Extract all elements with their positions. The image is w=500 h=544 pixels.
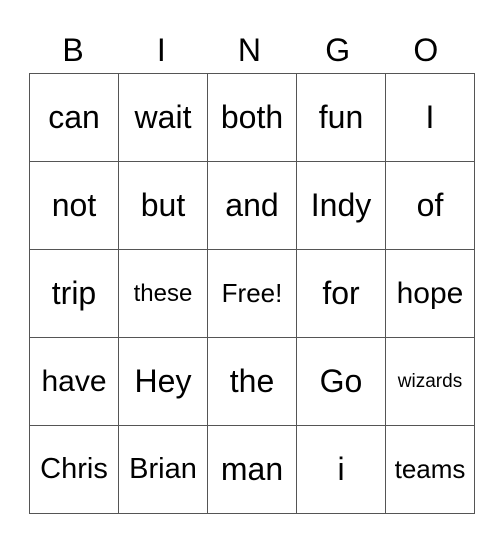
- header-letter-i: I: [156, 32, 166, 68]
- card-row: trip these Free! for hope: [29, 249, 475, 338]
- header-letter-g: G: [325, 32, 351, 68]
- card-cell[interactable]: can: [29, 73, 119, 162]
- card-cell[interactable]: fun: [296, 73, 386, 162]
- card-cell[interactable]: for: [296, 249, 386, 338]
- card-cell[interactable]: Indy: [296, 161, 386, 250]
- card-cell[interactable]: wizards: [385, 337, 475, 426]
- card-cell[interactable]: and: [207, 161, 297, 250]
- card-row: not but and Indy of: [29, 161, 475, 250]
- card-row: can wait both fun I: [29, 73, 475, 162]
- header-letter-b: B: [62, 32, 84, 68]
- card-cell[interactable]: both: [207, 73, 297, 162]
- card-cell[interactable]: Brian: [118, 425, 208, 514]
- card-cell[interactable]: I: [385, 73, 475, 162]
- card-cell[interactable]: these: [118, 249, 208, 338]
- header-letter-o: O: [413, 32, 439, 68]
- bingo-card: can wait both fun I not but and Indy of …: [29, 73, 475, 514]
- card-cell[interactable]: but: [118, 161, 208, 250]
- card-cell[interactable]: Hey: [118, 337, 208, 426]
- card-cell[interactable]: have: [29, 337, 119, 426]
- card-cell[interactable]: i: [296, 425, 386, 514]
- card-row: Chris Brian man i teams: [29, 425, 475, 514]
- free-space-cell[interactable]: Free!: [207, 249, 297, 338]
- card-cell[interactable]: man: [207, 425, 297, 514]
- card-cell[interactable]: wait: [118, 73, 208, 162]
- card-cell[interactable]: of: [385, 161, 475, 250]
- card-cell[interactable]: trip: [29, 249, 119, 338]
- bingo-header: B I N G O: [29, 28, 471, 72]
- card-cell[interactable]: teams: [385, 425, 475, 514]
- card-cell[interactable]: Chris: [29, 425, 119, 514]
- card-cell[interactable]: hope: [385, 249, 475, 338]
- card-cell[interactable]: not: [29, 161, 119, 250]
- card-cell[interactable]: Go: [296, 337, 386, 426]
- card-row: have Hey the Go wizards: [29, 337, 475, 426]
- header-letter-n: N: [237, 32, 262, 68]
- card-cell[interactable]: the: [207, 337, 297, 426]
